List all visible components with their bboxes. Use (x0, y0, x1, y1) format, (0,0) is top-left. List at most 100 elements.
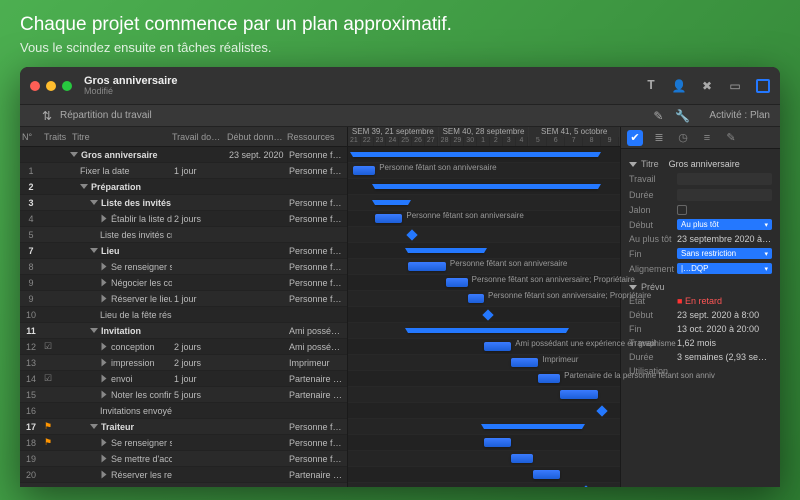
outline-row[interactable]: 13impression2 joursImprimeur (20, 355, 347, 371)
outline-row[interactable]: 19Se mettre d'accord sur le nombre d'inv… (20, 451, 347, 467)
gantt-row[interactable] (348, 195, 620, 211)
outline-row[interactable]: 20Réserver les repasPartenaire de la (20, 467, 347, 483)
gantt-bar[interactable] (375, 184, 598, 189)
gantt-row[interactable]: Personne fêtant son anniversaire (348, 163, 620, 179)
outline-row[interactable]: 18⚑Se renseigner sur les possibilités de… (20, 435, 347, 451)
user-icon[interactable]: 👤 (672, 79, 686, 93)
gantt-row[interactable]: Personne fêtant son anniversaire; Propri… (348, 291, 620, 307)
gantt-row[interactable]: Imprimeur (348, 355, 620, 371)
col-num[interactable]: N° (20, 132, 42, 142)
field-travail[interactable] (677, 173, 772, 185)
value-auplus[interactable]: 23 septembre 2020 à 00:00 (677, 234, 772, 244)
select-fin[interactable]: Sans restriction (677, 248, 772, 259)
gantt-row[interactable]: Personne fêtant son anniversaire (348, 259, 620, 275)
milestone-icon[interactable] (482, 309, 493, 320)
gantt-row[interactable] (348, 323, 620, 339)
gantt-bar[interactable]: Personne fêtant son anniversaire; Propri… (446, 278, 468, 287)
gantt-bar[interactable]: Personne fêtant son anniversaire (353, 166, 375, 175)
checkbox-jalon[interactable] (677, 205, 687, 215)
section-titre[interactable]: TitreGros anniversaire (629, 159, 772, 169)
text-icon[interactable]: 𝐓 (644, 79, 658, 93)
gantt-row[interactable] (348, 419, 620, 435)
gantt-row[interactable] (348, 179, 620, 195)
select-debut[interactable]: Au plus tôt (677, 219, 772, 230)
gantt-bar[interactable]: Personne fêtant son anniversaire; Propri… (468, 294, 484, 303)
col-title[interactable]: Titre (70, 132, 170, 142)
col-work[interactable]: Travail donné (170, 132, 225, 142)
tool-icon[interactable]: 🔧 (675, 109, 689, 123)
gantt-row[interactable] (348, 451, 620, 467)
gantt-row[interactable] (348, 243, 620, 259)
zoom-icon[interactable] (62, 81, 72, 91)
close-icon[interactable] (30, 81, 40, 91)
col-traits[interactable]: Traits (42, 132, 70, 142)
outline-row[interactable]: 11InvitationAmi possédant (20, 323, 347, 339)
gantt-row[interactable] (348, 387, 620, 403)
gantt-bar[interactable]: Partenaire de la personne fêtant son ann… (538, 374, 560, 383)
gantt-bar[interactable] (353, 152, 598, 157)
outline-row[interactable]: 21Repas et boissons choisis et réservés (20, 483, 347, 487)
outline-row[interactable]: 3Liste des invitésPersonne fêtan (20, 195, 347, 211)
field-duree[interactable] (677, 189, 772, 201)
outline-row[interactable]: 17⚑TraiteurPersonne fêtan (20, 419, 347, 435)
gantt-bar[interactable] (408, 328, 566, 333)
gantt-bar[interactable] (533, 470, 560, 479)
outline-row[interactable]: Gros anniversaire23 sept. 2020Personne f… (20, 147, 347, 163)
outline-row[interactable]: 14☑envoi1 jourPartenaire de la (20, 371, 347, 387)
gantt-row[interactable] (348, 467, 620, 483)
outline-row[interactable]: 9Négocier les conditionsPersonne fêtan (20, 275, 347, 291)
milestone-icon[interactable] (406, 229, 417, 240)
outline-row[interactable]: 2Préparation (20, 179, 347, 195)
gantt-bar[interactable] (484, 438, 511, 447)
gantt-bar[interactable]: Personne fêtant son anniversaire (375, 214, 402, 223)
gantt-row[interactable]: Personne fêtant son anniversaire; Propri… (348, 275, 620, 291)
tab-edit-icon[interactable]: ✎ (723, 130, 739, 146)
select-align[interactable]: |…DQP (677, 263, 772, 274)
inspector-toggle-icon[interactable] (756, 79, 770, 93)
outline-row[interactable]: 7LieuPersonne fêtan (20, 243, 347, 259)
milestone-icon[interactable] (580, 485, 591, 487)
tab-info-icon[interactable]: ✔ (627, 130, 643, 146)
gantt-bar[interactable]: Imprimeur (511, 358, 538, 367)
gantt-row[interactable]: Partenaire de la personne fêtant son ann… (348, 371, 620, 387)
gantt-bar[interactable] (408, 248, 484, 253)
gantt-row[interactable] (348, 227, 620, 243)
tab-schedule-icon[interactable]: ≣ (651, 130, 667, 146)
inspector-tabs: ✔ ≣ ◷ ≡ ✎ (621, 127, 780, 149)
gantt-bar[interactable] (511, 454, 533, 463)
outline-row[interactable]: 9Réserver le lieu1 jourPersonne fêtan (20, 291, 347, 307)
outline-row[interactable]: 12☑conception2 joursAmi possédant (20, 339, 347, 355)
view-mode-label[interactable]: Répartition du travail (60, 110, 152, 121)
outline-row[interactable]: 15Noter les confirmations5 joursPartenai… (20, 387, 347, 403)
tab-clock-icon[interactable]: ◷ (675, 130, 691, 146)
display-icon[interactable]: ▭ (728, 79, 742, 93)
outline-row[interactable]: 4Établir la liste des invités2 joursPers… (20, 211, 347, 227)
col-resources[interactable]: Ressources (285, 132, 345, 142)
label-travail: Travail (629, 174, 677, 184)
outline-row[interactable]: 10Lieu de la fête réservé et confirmé (20, 307, 347, 323)
gantt-bar[interactable]: Ami possédant une expérience en graphism… (484, 342, 511, 351)
gantt-row[interactable] (348, 147, 620, 163)
outline-row[interactable]: 1Fixer la date1 jourPersonne fêtan (20, 163, 347, 179)
outline-panel: N° Traits Titre Travail donné Début donn… (20, 127, 348, 487)
hierarchy-icon[interactable]: ⇅ (40, 109, 54, 123)
gantt-bar[interactable] (375, 200, 408, 205)
gantt-row[interactable] (348, 483, 620, 487)
gantt-bar[interactable] (560, 390, 598, 399)
gantt-row[interactable] (348, 435, 620, 451)
outline-row[interactable]: 5Liste des invités créée (20, 227, 347, 243)
gantt-bar[interactable]: Personne fêtant son anniversaire (408, 262, 446, 271)
gantt-row[interactable] (348, 403, 620, 419)
outline-row[interactable]: 8Se renseigner sur les lieux et comparer… (20, 259, 347, 275)
wrench-icon[interactable]: ✖ (700, 79, 714, 93)
gantt-row[interactable]: Personne fêtant son anniversaire (348, 211, 620, 227)
tab-list-icon[interactable]: ≡ (699, 130, 715, 146)
col-start[interactable]: Début donné au plus tôt (225, 132, 285, 142)
gantt-row[interactable]: Ami possédant une expérience en graphism… (348, 339, 620, 355)
gantt-row[interactable] (348, 307, 620, 323)
brush-icon[interactable]: ✎ (651, 109, 665, 123)
gantt-bar[interactable] (484, 424, 582, 429)
minimize-icon[interactable] (46, 81, 56, 91)
milestone-icon[interactable] (597, 405, 608, 416)
outline-row[interactable]: 16Invitations envoyées et réponses reçue… (20, 403, 347, 419)
